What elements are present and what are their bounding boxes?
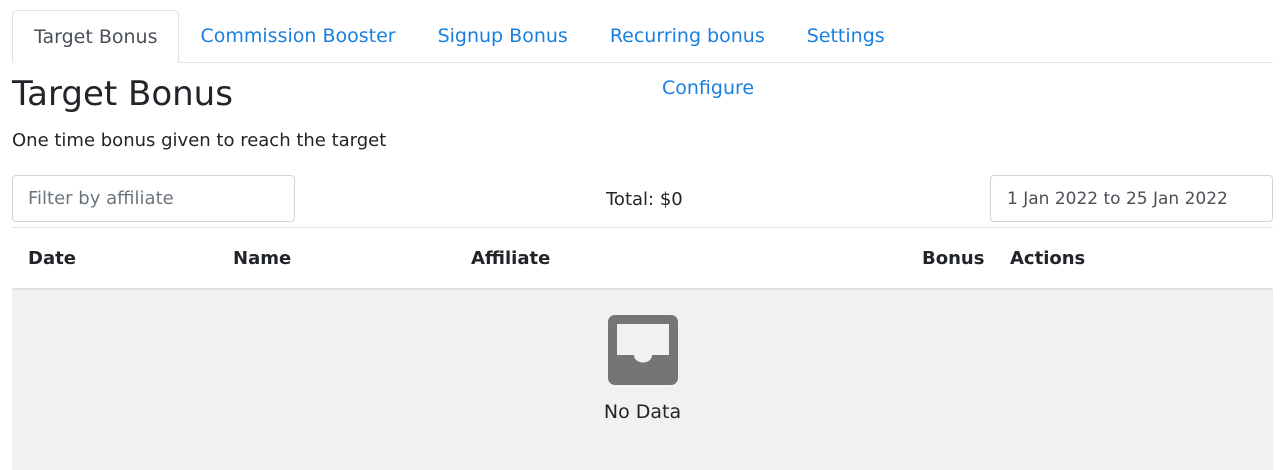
column-header-actions: Actions bbox=[1010, 248, 1086, 269]
tab-recurring-bonus[interactable]: Recurring bonus bbox=[589, 10, 786, 62]
empty-state-text: No Data bbox=[603, 401, 682, 423]
table-header: Date Name Affiliate Bonus Actions bbox=[12, 228, 1273, 290]
configure-link[interactable]: Configure bbox=[662, 77, 754, 99]
tab-bar: Target Bonus Commission Booster Signup B… bbox=[12, 10, 1273, 63]
date-range-value: 1 Jan 2022 to 25 Jan 2022 bbox=[1007, 188, 1228, 209]
page-title: Target Bonus bbox=[12, 74, 233, 114]
page-subtitle: One time bonus given to reach the target bbox=[12, 130, 387, 151]
empty-state: No Data bbox=[12, 290, 1273, 470]
tab-target-bonus[interactable]: Target Bonus bbox=[12, 10, 180, 63]
column-header-date: Date bbox=[28, 248, 76, 269]
tab-signup-bonus[interactable]: Signup Bonus bbox=[417, 10, 589, 62]
filter-affiliate-input[interactable] bbox=[12, 175, 295, 222]
column-header-name: Name bbox=[233, 248, 292, 269]
tab-settings[interactable]: Settings bbox=[786, 10, 906, 62]
empty-inbox-icon bbox=[608, 315, 678, 385]
page: Target Bonus Commission Booster Signup B… bbox=[0, 0, 1283, 470]
column-header-affiliate: Affiliate bbox=[471, 248, 551, 269]
date-range-picker[interactable]: 1 Jan 2022 to 25 Jan 2022 bbox=[990, 175, 1273, 222]
total-amount: Total: $0 bbox=[606, 189, 683, 210]
column-header-bonus: Bonus bbox=[922, 248, 985, 269]
tab-commission-booster[interactable]: Commission Booster bbox=[179, 10, 416, 62]
